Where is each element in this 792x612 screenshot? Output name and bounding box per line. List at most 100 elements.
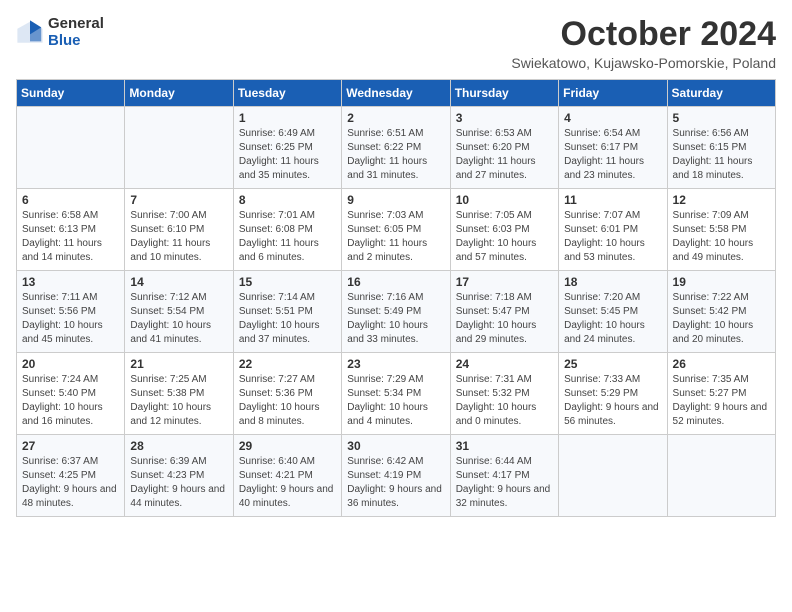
calendar-cell: 30 Sunrise: 6:42 AM Sunset: 4:19 PM Dayli…: [342, 435, 450, 517]
calendar-cell: 10 Sunrise: 7:05 AM Sunset: 6:03 PM Dayli…: [450, 189, 558, 271]
day-number: 30: [347, 439, 444, 453]
day-info: Sunrise: 7:27 AM Sunset: 5:36 PM Dayligh…: [239, 373, 336, 429]
calendar-cell: 5Sunrise: 6:56 AM Sunset: 6:15 PM Daylig…: [667, 107, 775, 189]
calendar-cell: 15Sunrise: 7:14 AM Sunset: 5:51 PM Dayli…: [233, 271, 341, 353]
calendar-cell: 27 Sunrise: 6:37 AM Sunset: 4:25 PM Dayli…: [17, 435, 125, 517]
calendar-cell: 8 Sunrise: 7:01 AM Sunset: 6:08 PM Daylig…: [233, 189, 341, 271]
calendar-cell: 13 Sunrise: 7:11 AM Sunset: 5:56 PM Dayli…: [17, 271, 125, 353]
day-info: Sunrise: 7:20 AM Sunset: 5:45 PM Dayligh…: [564, 291, 661, 347]
day-info: Sunrise: 6:40 AM Sunset: 4:21 PM Dayligh…: [239, 455, 336, 511]
calendar-cell: 21 Sunrise: 7:25 AM Sunset: 5:38 PM Dayli…: [125, 353, 233, 435]
logo-text: General Blue: [48, 16, 104, 49]
day-info: Sunrise: 7:00 AM Sunset: 6:10 PM Dayligh…: [130, 209, 227, 265]
day-info: Sunrise: 7:12 AM Sunset: 5:54 PM Dayligh…: [130, 291, 227, 347]
day-info: Sunrise: 6:54 AM Sunset: 6:17 PM Dayligh…: [564, 127, 661, 183]
day-info: Sunrise: 7:29 AM Sunset: 5:34 PM Dayligh…: [347, 373, 444, 429]
title-section: October 2024 Swiekatowo, Kujawsko-Pomors…: [511, 16, 776, 71]
day-info: Sunrise: 7:01 AM Sunset: 6:08 PM Dayligh…: [239, 209, 336, 265]
weekday-header: Tuesday: [233, 80, 341, 107]
day-number: 27: [22, 439, 119, 453]
weekday-header: Wednesday: [342, 80, 450, 107]
calendar-week-row: 1 Sunrise: 6:49 AM Sunset: 6:25 PM Daylig…: [17, 107, 776, 189]
calendar-cell: 11Sunrise: 7:07 AM Sunset: 6:01 PM Dayli…: [559, 189, 667, 271]
day-info: Sunrise: 7:14 AM Sunset: 5:51 PM Dayligh…: [239, 291, 336, 347]
day-info: Sunrise: 7:05 AM Sunset: 6:03 PM Dayligh…: [456, 209, 553, 265]
calendar-cell: 9 Sunrise: 7:03 AM Sunset: 6:05 PM Daylig…: [342, 189, 450, 271]
calendar-cell: 23Sunrise: 7:29 AM Sunset: 5:34 PM Dayli…: [342, 353, 450, 435]
day-number: 19: [673, 275, 770, 289]
weekday-header: Saturday: [667, 80, 775, 107]
day-number: 5: [673, 111, 770, 125]
weekday-header: Friday: [559, 80, 667, 107]
day-number: 24: [456, 357, 553, 371]
day-info: Sunrise: 7:35 AM Sunset: 5:27 PM Dayligh…: [673, 373, 770, 429]
day-number: 7: [130, 193, 227, 207]
day-number: 2: [347, 111, 444, 125]
calendar-body: 1 Sunrise: 6:49 AM Sunset: 6:25 PM Daylig…: [17, 107, 776, 517]
day-number: 21: [130, 357, 227, 371]
calendar-cell: 24 Sunrise: 7:31 AM Sunset: 5:32 PM Dayli…: [450, 353, 558, 435]
calendar-cell: 17 Sunrise: 7:18 AM Sunset: 5:47 PM Dayli…: [450, 271, 558, 353]
day-number: 11: [564, 193, 661, 207]
day-info: Sunrise: 7:31 AM Sunset: 5:32 PM Dayligh…: [456, 373, 553, 429]
calendar-cell: 2 Sunrise: 6:51 AM Sunset: 6:22 PM Daylig…: [342, 107, 450, 189]
day-number: 10: [456, 193, 553, 207]
calendar-cell: [17, 107, 125, 189]
day-info: Sunrise: 6:53 AM Sunset: 6:20 PM Dayligh…: [456, 127, 553, 183]
weekday-header: Thursday: [450, 80, 558, 107]
day-number: 29: [239, 439, 336, 453]
day-info: Sunrise: 7:25 AM Sunset: 5:38 PM Dayligh…: [130, 373, 227, 429]
day-info: Sunrise: 6:39 AM Sunset: 4:23 PM Dayligh…: [130, 455, 227, 511]
day-number: 20: [22, 357, 119, 371]
day-number: 8: [239, 193, 336, 207]
day-number: 13: [22, 275, 119, 289]
day-info: Sunrise: 7:16 AM Sunset: 5:49 PM Dayligh…: [347, 291, 444, 347]
day-info: Sunrise: 7:22 AM Sunset: 5:42 PM Dayligh…: [673, 291, 770, 347]
day-info: Sunrise: 7:09 AM Sunset: 5:58 PM Dayligh…: [673, 209, 770, 265]
day-number: 17: [456, 275, 553, 289]
day-info: Sunrise: 7:18 AM Sunset: 5:47 PM Dayligh…: [456, 291, 553, 347]
weekday-header-row: SundayMondayTuesdayWednesdayThursdayFrid…: [17, 80, 776, 107]
day-number: 16: [347, 275, 444, 289]
calendar-header: SundayMondayTuesdayWednesdayThursdayFrid…: [17, 80, 776, 107]
day-info: Sunrise: 7:03 AM Sunset: 6:05 PM Dayligh…: [347, 209, 444, 265]
day-info: Sunrise: 6:51 AM Sunset: 6:22 PM Dayligh…: [347, 127, 444, 183]
calendar-cell: 18Sunrise: 7:20 AM Sunset: 5:45 PM Dayli…: [559, 271, 667, 353]
calendar-cell: 20 Sunrise: 7:24 AM Sunset: 5:40 PM Dayli…: [17, 353, 125, 435]
day-number: 22: [239, 357, 336, 371]
day-number: 25: [564, 357, 661, 371]
day-info: Sunrise: 7:24 AM Sunset: 5:40 PM Dayligh…: [22, 373, 119, 429]
calendar-cell: 3 Sunrise: 6:53 AM Sunset: 6:20 PM Daylig…: [450, 107, 558, 189]
calendar-cell: 25Sunrise: 7:33 AM Sunset: 5:29 PM Dayli…: [559, 353, 667, 435]
weekday-header: Monday: [125, 80, 233, 107]
logo: General Blue: [16, 16, 104, 49]
calendar-cell: 29 Sunrise: 6:40 AM Sunset: 4:21 PM Dayli…: [233, 435, 341, 517]
calendar-table: SundayMondayTuesdayWednesdayThursdayFrid…: [16, 79, 776, 517]
calendar-week-row: 13 Sunrise: 7:11 AM Sunset: 5:56 PM Dayli…: [17, 271, 776, 353]
day-number: 6: [22, 193, 119, 207]
calendar-cell: [125, 107, 233, 189]
day-info: Sunrise: 6:44 AM Sunset: 4:17 PM Dayligh…: [456, 455, 553, 511]
calendar-week-row: 27 Sunrise: 6:37 AM Sunset: 4:25 PM Dayli…: [17, 435, 776, 517]
calendar-cell: 6 Sunrise: 6:58 AM Sunset: 6:13 PM Daylig…: [17, 189, 125, 271]
day-number: 12: [673, 193, 770, 207]
day-number: 14: [130, 275, 227, 289]
day-info: Sunrise: 6:42 AM Sunset: 4:19 PM Dayligh…: [347, 455, 444, 511]
day-info: Sunrise: 6:49 AM Sunset: 6:25 PM Dayligh…: [239, 127, 336, 183]
day-number: 9: [347, 193, 444, 207]
calendar-cell: 28Sunrise: 6:39 AM Sunset: 4:23 PM Dayli…: [125, 435, 233, 517]
calendar-cell: 31Sunrise: 6:44 AM Sunset: 4:17 PM Dayli…: [450, 435, 558, 517]
calendar-cell: 22 Sunrise: 7:27 AM Sunset: 5:36 PM Dayli…: [233, 353, 341, 435]
location: Swiekatowo, Kujawsko-Pomorskie, Poland: [511, 55, 776, 71]
calendar-cell: 1 Sunrise: 6:49 AM Sunset: 6:25 PM Daylig…: [233, 107, 341, 189]
day-info: Sunrise: 6:37 AM Sunset: 4:25 PM Dayligh…: [22, 455, 119, 511]
day-info: Sunrise: 7:11 AM Sunset: 5:56 PM Dayligh…: [22, 291, 119, 347]
logo-blue: Blue: [48, 33, 104, 50]
day-number: 26: [673, 357, 770, 371]
month-title: October 2024: [511, 16, 776, 53]
calendar-cell: 12 Sunrise: 7:09 AM Sunset: 5:58 PM Dayli…: [667, 189, 775, 271]
day-number: 3: [456, 111, 553, 125]
day-number: 1: [239, 111, 336, 125]
day-info: Sunrise: 6:58 AM Sunset: 6:13 PM Dayligh…: [22, 209, 119, 265]
calendar-cell: 19 Sunrise: 7:22 AM Sunset: 5:42 PM Dayli…: [667, 271, 775, 353]
